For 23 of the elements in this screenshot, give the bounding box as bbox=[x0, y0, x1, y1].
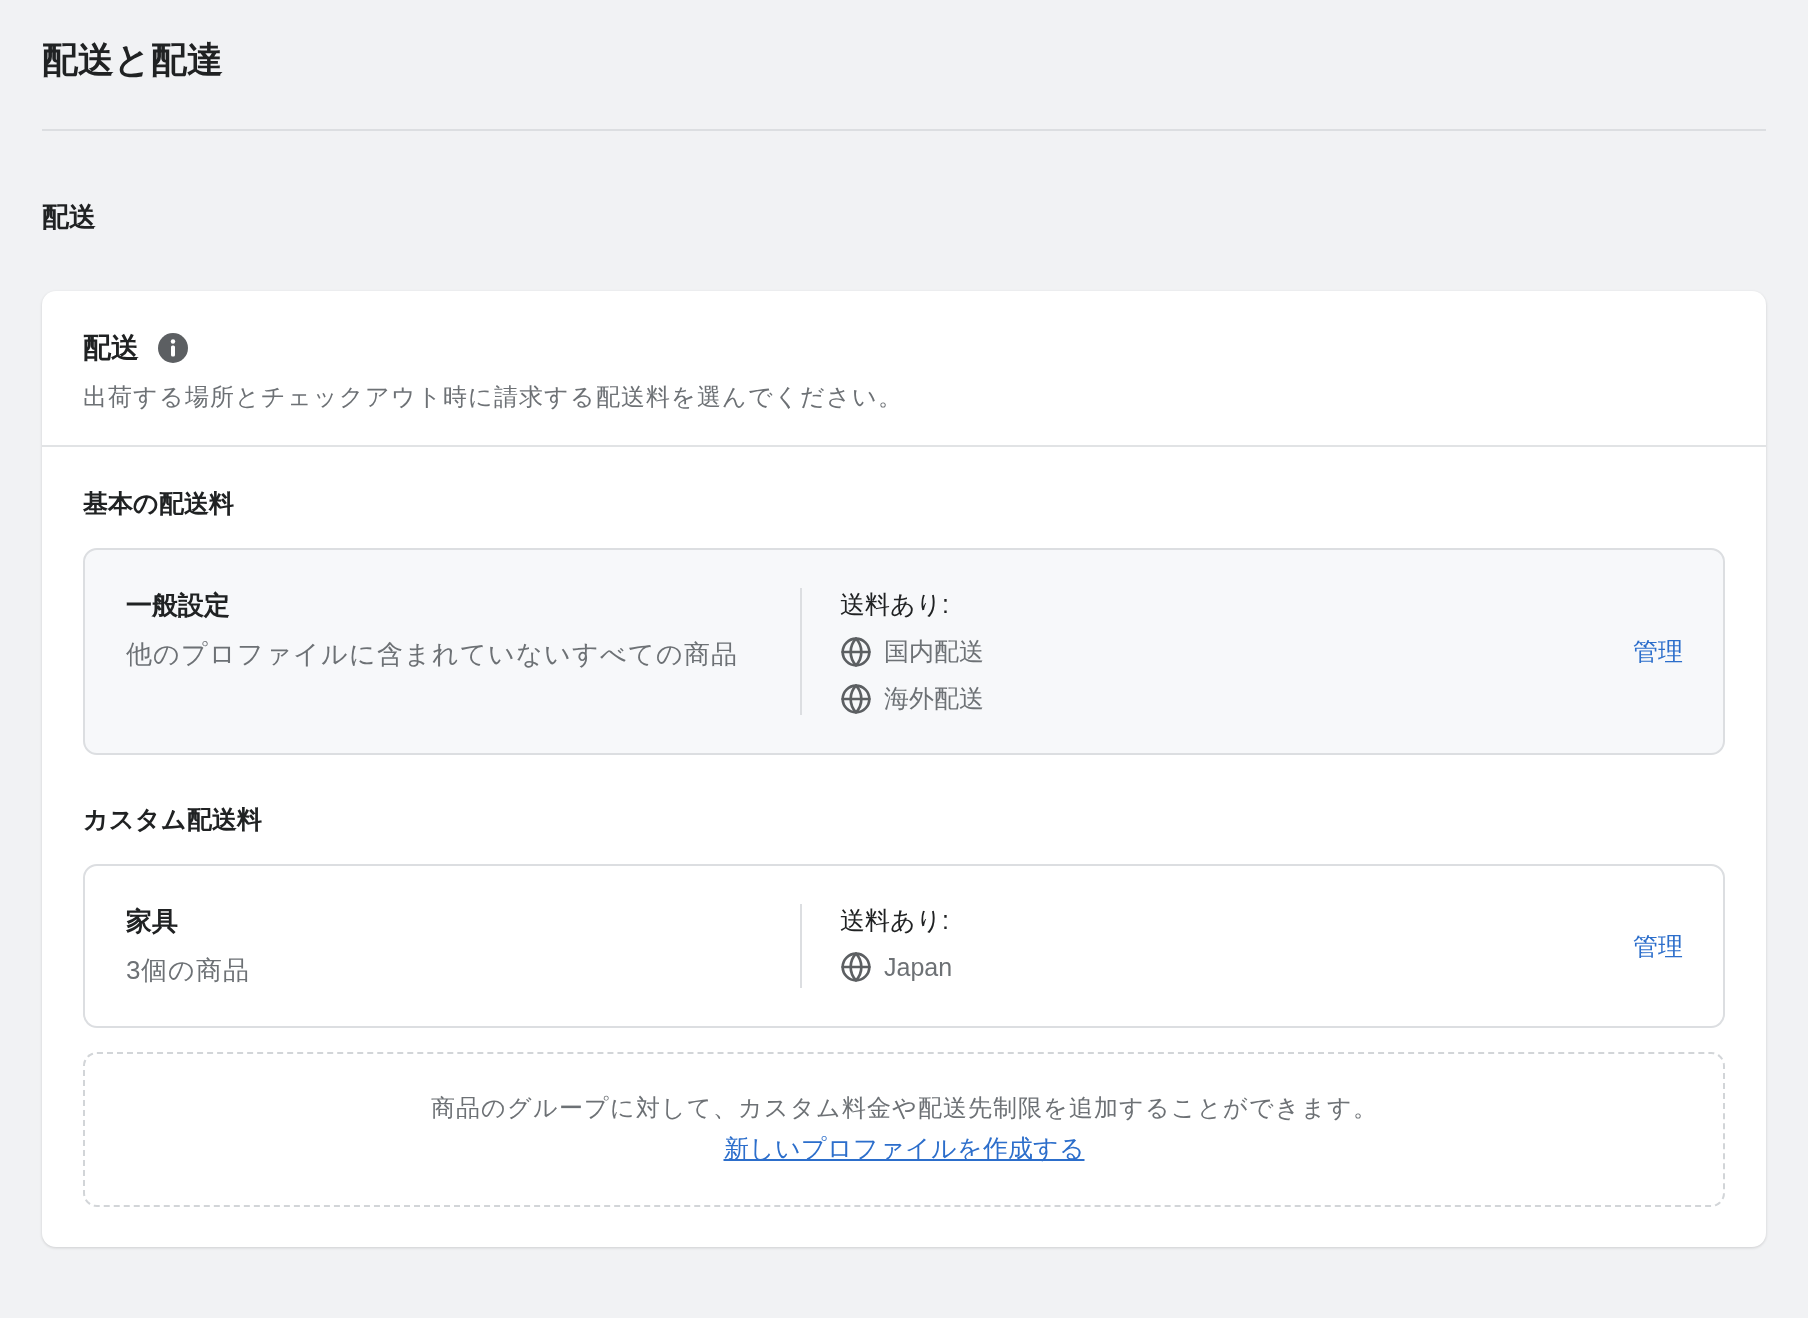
zone-name: 海外配送 bbox=[884, 683, 984, 714]
footer-text: 商品のグループに対して、カスタム料金や配送先制限を追加することができます。 bbox=[430, 1093, 1378, 1123]
create-profile-link[interactable]: 新しいプロファイルを作成する bbox=[723, 1132, 1085, 1165]
profile-subtitle: 3個の商品 bbox=[126, 954, 252, 987]
card-description: 出荷する場所とチェックアウト時に請求する配送料を選んでください。 bbox=[83, 382, 904, 412]
section-title: 配送 bbox=[42, 201, 97, 234]
globe-icon bbox=[840, 635, 872, 668]
rates-label: 送料あり: bbox=[840, 589, 950, 620]
zone-name: 国内配送 bbox=[884, 636, 984, 667]
profile-name: 家具 bbox=[126, 905, 179, 938]
profile-name: 一般設定 bbox=[126, 589, 231, 622]
globe-icon bbox=[840, 951, 872, 983]
profile-subtitle: 他のプロファイルに含まれていないすべての商品 bbox=[126, 638, 739, 671]
manage-link[interactable]: 管理 bbox=[1633, 635, 1683, 668]
group-heading: 基本の配送料 bbox=[83, 488, 235, 519]
page-title: 配送と配達 bbox=[42, 30, 1766, 131]
zone-name: Japan bbox=[884, 952, 953, 982]
group-heading: カスタム配送料 bbox=[83, 804, 263, 835]
globe-icon bbox=[840, 682, 872, 715]
info-icon[interactable] bbox=[157, 332, 189, 364]
rates-label: 送料あり: bbox=[840, 905, 950, 936]
manage-link[interactable]: 管理 bbox=[1633, 929, 1683, 963]
card-title: 配送 bbox=[83, 331, 139, 365]
